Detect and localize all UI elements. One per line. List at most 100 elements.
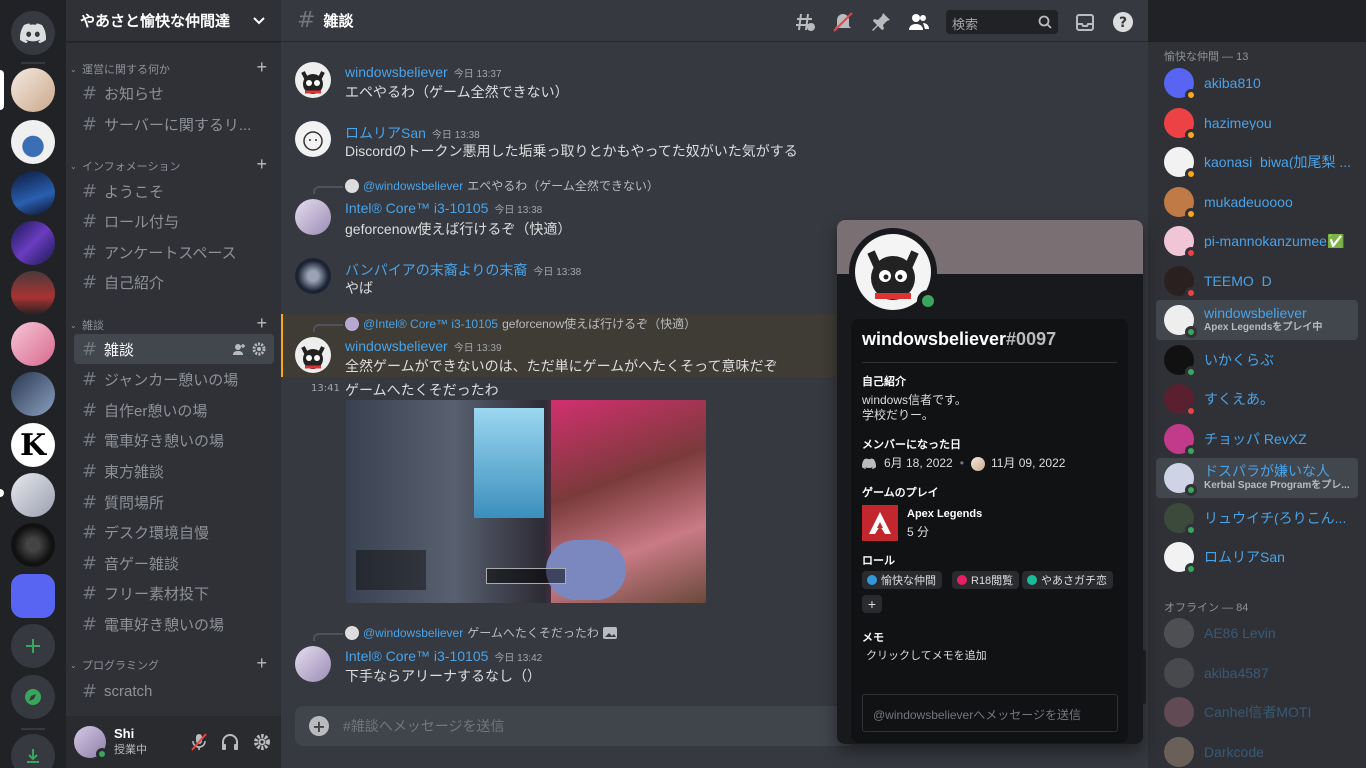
add-channel-icon[interactable]: + [256, 653, 267, 674]
channel-item[interactable]: # 質問場所 [74, 487, 274, 517]
server-icon[interactable] [11, 171, 55, 215]
member-item[interactable]: kaonasi_biwa(加尾梨 ... [1156, 142, 1358, 182]
channel-item[interactable]: # アンケートスペース [74, 237, 274, 267]
member-item[interactable]: pi-mannokanzumee✅ [1156, 221, 1358, 261]
help-icon[interactable]: ? [1112, 11, 1134, 33]
channel-item-active[interactable]: # 雑談 [74, 334, 274, 364]
channel-item[interactable]: # 電車好き憩いの場 [74, 609, 274, 639]
member-list-icon[interactable] [908, 11, 930, 33]
role-chip[interactable]: R18閲覧 [952, 571, 1020, 589]
member-item[interactable]: akiba810 [1156, 63, 1358, 103]
category-header[interactable]: ⌄ プログラミング + [66, 653, 281, 674]
channel-item[interactable]: # デスク環境自慢 [74, 517, 274, 547]
inbox-icon[interactable] [1074, 11, 1096, 33]
server-icon[interactable] [11, 221, 55, 265]
user-settings-gear-icon[interactable] [253, 733, 271, 751]
explore-servers-button[interactable] [11, 675, 55, 719]
channel-item[interactable]: # scratch [74, 676, 274, 706]
server-icon[interactable] [11, 372, 55, 416]
add-channel-icon[interactable]: + [256, 57, 267, 78]
channel-item[interactable]: # ロール付与 [74, 206, 274, 236]
message-author[interactable]: ロムリアSan 今日 13:38 [345, 123, 480, 143]
category-header[interactable]: ⌄ 運営に関する何か + [66, 57, 281, 78]
pin-icon[interactable] [870, 11, 892, 33]
avatar[interactable] [295, 121, 331, 157]
text-channel-icon: # [82, 429, 98, 451]
threads-icon[interactable] [794, 11, 816, 33]
add-server-button[interactable] [11, 624, 55, 668]
add-channel-icon[interactable]: + [256, 154, 267, 175]
role-chip[interactable]: 愉快な仲間 [862, 571, 942, 589]
member-item[interactable]: リュウイチ(ろりこん... [1156, 498, 1358, 538]
add-role-button[interactable]: + [862, 595, 882, 613]
member-item[interactable]: ロムリアSan [1156, 537, 1358, 577]
channel-item[interactable]: # お知らせ [74, 78, 274, 108]
member-item[interactable]: windowsbeliever Apex Legendsをプレイ中 [1156, 300, 1358, 340]
gear-icon[interactable] [252, 342, 266, 356]
reply-preview[interactable]: @windowsbeliever ゲームへたくそだったわ [345, 624, 617, 641]
reply-preview[interactable]: @Intel® Core™ i3-10105 geforcenow使えば行けるぞ（… [345, 315, 696, 332]
message-author[interactable]: windowsbeliever 今日 13:37 [345, 64, 502, 80]
member-item[interactable]: TEEMO_D [1156, 261, 1358, 301]
avatar[interactable] [295, 62, 331, 98]
note-input[interactable]: クリックしてメモを追加 [866, 649, 987, 664]
member-item[interactable]: Darkcode [1156, 732, 1358, 768]
guild-header[interactable]: やあさと愉快な仲間達 [66, 0, 281, 42]
profile-username: windowsbeliever#0097 [862, 329, 1057, 349]
channel-item[interactable]: # サーバーに関するリ... [74, 109, 274, 139]
server-icon[interactable] [11, 473, 55, 517]
avatar [1164, 186, 1197, 220]
channel-item[interactable]: # 電車好き憩いの場 [74, 425, 274, 455]
role-chip[interactable]: やあさガチ恋 [1022, 571, 1113, 589]
server-folder[interactable] [11, 574, 55, 618]
server-icon[interactable] [11, 271, 55, 315]
channel-item[interactable]: # 自己紹介 [74, 267, 274, 297]
channel-item[interactable]: # 東方雑談 [74, 456, 274, 486]
member-item[interactable]: チョッパ RevXZ [1156, 419, 1358, 459]
attachment-image[interactable] [346, 400, 706, 603]
channel-item[interactable]: # 自作er憩いの場 [74, 395, 274, 425]
category-header[interactable]: ⌄ インフォメーション + [66, 154, 281, 175]
member-item[interactable]: akiba4587 [1156, 653, 1358, 693]
server-icon-k[interactable]: K [11, 423, 55, 467]
channel-item[interactable]: # フリー素材投下 [74, 578, 274, 608]
avatar[interactable] [295, 646, 331, 682]
profile-avatar[interactable] [849, 228, 939, 316]
member-item[interactable]: すくえあ。 [1156, 379, 1358, 419]
member-item[interactable]: hazimeyou [1156, 103, 1358, 143]
member-item[interactable]: Canhel信者MOTI [1156, 692, 1358, 732]
server-icon[interactable] [11, 523, 55, 567]
reply-preview[interactable]: @windowsbeliever エペやるわ（ゲーム全然できない） [345, 177, 659, 194]
search-input[interactable]: 検索 [946, 10, 1058, 34]
create-invite-icon[interactable] [232, 342, 246, 356]
headphones-icon[interactable] [221, 733, 239, 751]
server-icon-current[interactable] [11, 68, 55, 112]
message-author[interactable]: Intel® Core™ i3-10105 今日 13:38 [345, 200, 542, 216]
avatar[interactable] [74, 726, 108, 760]
message-author[interactable]: Intel® Core™ i3-10105 今日 13:42 [345, 648, 542, 664]
avatar[interactable] [295, 258, 331, 294]
avatar[interactable] [295, 199, 331, 235]
server-icon[interactable] [11, 120, 55, 164]
mute-mic-icon[interactable] [191, 733, 207, 751]
member-item[interactable]: いかくらぶ [1156, 340, 1358, 380]
message-author[interactable]: windowsbeliever 今日 13:39 [345, 338, 502, 354]
direct-message-input[interactable]: @windowsbelieverへメッセージを送信 [862, 694, 1118, 732]
avatar[interactable] [295, 337, 331, 373]
member-item[interactable]: AE86 Levin [1156, 613, 1358, 653]
roles-label: ロール [862, 555, 895, 567]
message-author[interactable]: バンパイアの末裔よりの末裔 今日 13:38 [345, 260, 581, 280]
download-apps-button[interactable] [11, 734, 55, 768]
member-item[interactable]: mukadeuoooo [1156, 182, 1358, 222]
channel-item[interactable]: # ジャンカー憩いの場 [74, 364, 274, 394]
member-item[interactable]: ドスパラが嫌いな人 Kerbal Space Programをプレ... [1156, 458, 1358, 498]
upload-plus-icon[interactable]: + [309, 716, 329, 736]
category-header[interactable]: ⌄ 雑談 + [66, 313, 281, 334]
channel-item[interactable]: # 音ゲー雑談 [74, 548, 274, 578]
channel-item[interactable]: # ようこそ [74, 176, 274, 206]
notification-muted-bell-icon[interactable] [832, 11, 854, 33]
add-channel-icon[interactable]: + [256, 313, 267, 334]
message-composer[interactable]: + #雑談へメッセージを送信 [295, 706, 855, 746]
server-icon[interactable] [11, 322, 55, 366]
home-button[interactable] [11, 11, 55, 55]
